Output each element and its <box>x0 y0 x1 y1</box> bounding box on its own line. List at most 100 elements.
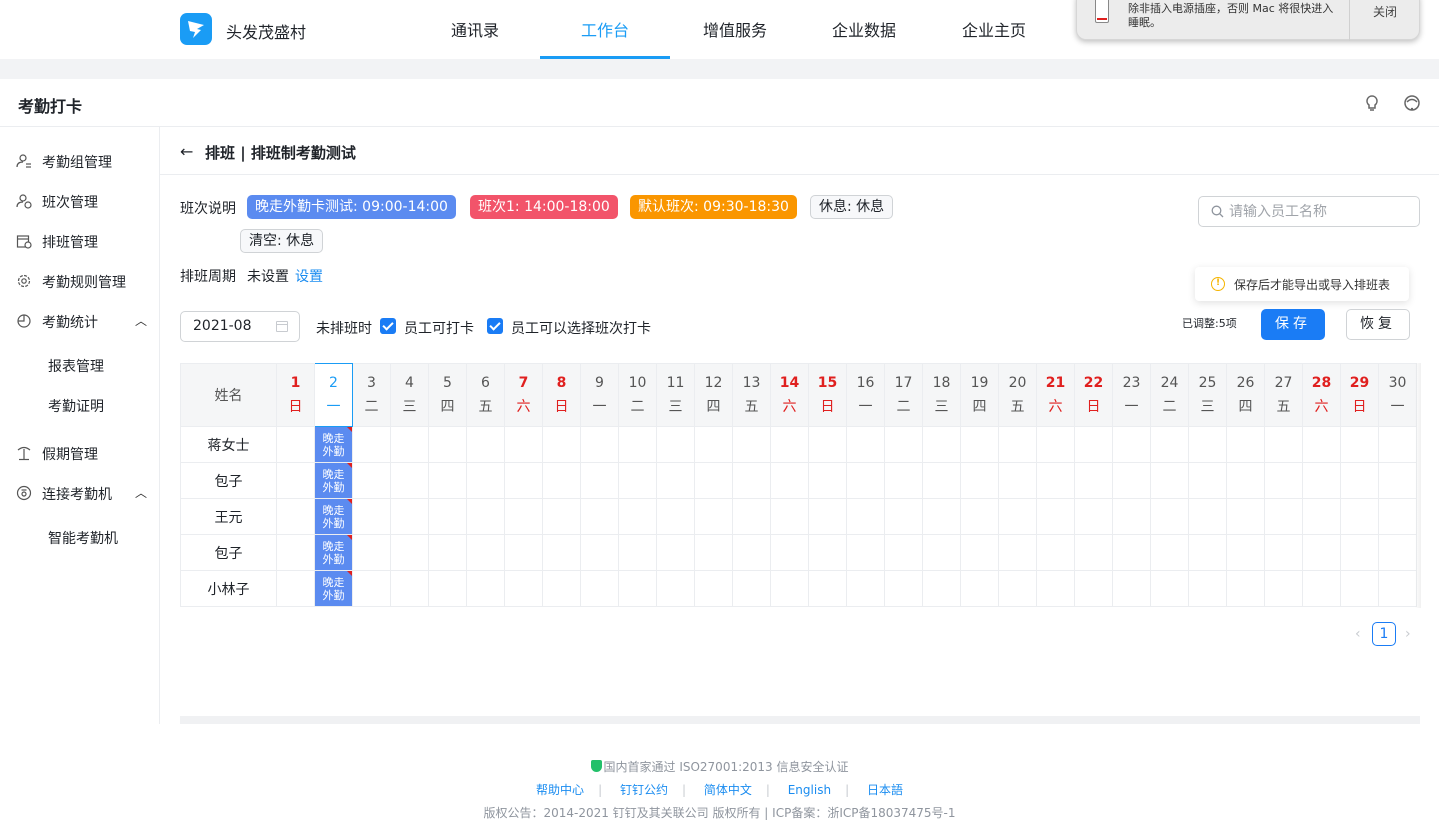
empty-cell[interactable] <box>1302 426 1341 463</box>
empty-cell[interactable] <box>1074 426 1113 463</box>
empty-cell[interactable] <box>1378 534 1417 571</box>
empty-cell[interactable] <box>1036 498 1075 535</box>
empty-cell[interactable] <box>580 498 619 535</box>
employee-search-input[interactable] <box>1229 202 1409 222</box>
empty-cell[interactable] <box>1302 534 1341 571</box>
day-column-header[interactable]: 27 五 <box>1264 363 1303 427</box>
day-column-header[interactable]: 14 六 <box>770 363 809 427</box>
dingtalk-logo-icon[interactable] <box>180 13 212 45</box>
sidebar-subitem-attendance-proof[interactable]: 考勤证明 <box>48 396 104 416</box>
day-column-header[interactable]: 29 日 <box>1340 363 1379 427</box>
shift-cell[interactable]: 晚走外勤 <box>314 570 353 607</box>
empty-cell[interactable] <box>428 534 467 571</box>
empty-cell[interactable] <box>656 498 695 535</box>
nav-enterprise-home[interactable]: 企业主页 <box>962 17 1026 59</box>
empty-cell[interactable] <box>542 534 581 571</box>
sidebar-item-shift-management[interactable]: 班次管理 <box>0 183 159 219</box>
empty-cell[interactable] <box>390 426 429 463</box>
arrow-left-icon[interactable]: ← <box>180 142 193 161</box>
empty-cell[interactable] <box>770 534 809 571</box>
empty-cell[interactable] <box>542 498 581 535</box>
empty-cell[interactable] <box>390 570 429 607</box>
nav-enterprise-data[interactable]: 企业数据 <box>832 17 896 59</box>
empty-cell[interactable] <box>998 498 1037 535</box>
empty-cell[interactable] <box>1226 426 1265 463</box>
empty-cell[interactable] <box>352 570 391 607</box>
day-column-header[interactable]: 19 四 <box>960 363 999 427</box>
empty-cell[interactable] <box>390 534 429 571</box>
empty-cell[interactable] <box>884 534 923 571</box>
empty-cell[interactable] <box>960 570 999 607</box>
empty-cell[interactable] <box>1264 426 1303 463</box>
empty-cell[interactable] <box>884 426 923 463</box>
empty-cell[interactable] <box>618 534 657 571</box>
empty-cell[interactable] <box>580 534 619 571</box>
empty-cell[interactable] <box>542 462 581 499</box>
empty-cell[interactable] <box>428 426 467 463</box>
shift-tag-clear[interactable]: 清空: 休息 <box>240 229 324 253</box>
clock-in-checkbox[interactable] <box>380 318 396 334</box>
empty-cell[interactable] <box>884 462 923 499</box>
empty-cell[interactable] <box>1074 534 1113 571</box>
empty-cell[interactable] <box>1378 426 1417 463</box>
empty-cell[interactable] <box>770 570 809 607</box>
empty-cell[interactable] <box>998 534 1037 571</box>
empty-cell[interactable] <box>998 570 1037 607</box>
day-column-header[interactable]: 8日 <box>542 363 581 427</box>
empty-cell[interactable] <box>1378 498 1417 535</box>
lightbulb-icon[interactable] <box>1362 93 1382 113</box>
empty-cell[interactable] <box>466 570 505 607</box>
empty-cell[interactable] <box>846 570 885 607</box>
day-column-header[interactable]: 11 三 <box>656 363 695 427</box>
empty-cell[interactable] <box>770 426 809 463</box>
empty-cell[interactable] <box>428 570 467 607</box>
pagination-page-1[interactable]: 1 <box>1372 622 1396 646</box>
empty-cell[interactable] <box>1226 498 1265 535</box>
nav-value-added[interactable]: 增值服务 <box>703 17 767 59</box>
choose-shift-checkbox[interactable] <box>487 318 503 334</box>
empty-cell[interactable] <box>580 570 619 607</box>
empty-cell[interactable] <box>1264 498 1303 535</box>
empty-cell[interactable] <box>1302 462 1341 499</box>
empty-cell[interactable] <box>352 498 391 535</box>
empty-cell[interactable] <box>884 570 923 607</box>
day-column-header[interactable]: 25 三 <box>1188 363 1227 427</box>
day-column-header[interactable]: 26 四 <box>1226 363 1265 427</box>
horizontal-scrollbar[interactable] <box>180 716 1420 724</box>
empty-cell[interactable] <box>846 534 885 571</box>
empty-cell[interactable] <box>656 534 695 571</box>
day-column-header[interactable]: 12 四 <box>694 363 733 427</box>
sidebar-subitem-smart-device[interactable]: 智能考勤机 <box>48 528 118 548</box>
empty-cell[interactable] <box>1036 426 1075 463</box>
sidebar-item-schedule-management[interactable]: 排班管理 <box>0 223 159 259</box>
empty-cell[interactable] <box>504 498 543 535</box>
empty-cell[interactable] <box>542 426 581 463</box>
empty-cell[interactable] <box>922 498 961 535</box>
empty-cell[interactable] <box>1188 462 1227 499</box>
chevron-up-icon[interactable]: ︿ <box>135 312 147 329</box>
save-button[interactable]: 保存 <box>1261 309 1325 340</box>
shift-cell[interactable]: 晚走外勤 <box>314 498 353 535</box>
day-column-header[interactable]: 16 一 <box>846 363 885 427</box>
sidebar-item-group-management[interactable]: 考勤组管理 <box>0 143 159 179</box>
empty-cell[interactable] <box>1378 570 1417 607</box>
shift-cell[interactable]: 晚走外勤 <box>314 462 353 499</box>
sidebar-item-attendance-device[interactable]: 连接考勤机 ︿ <box>0 475 159 511</box>
empty-cell[interactable] <box>1340 498 1379 535</box>
empty-cell[interactable] <box>1036 462 1075 499</box>
empty-cell[interactable] <box>732 570 771 607</box>
empty-cell[interactable] <box>808 534 847 571</box>
empty-cell[interactable] <box>352 534 391 571</box>
empty-cell[interactable] <box>656 462 695 499</box>
empty-cell[interactable] <box>504 570 543 607</box>
empty-cell[interactable] <box>1150 462 1189 499</box>
empty-cell[interactable] <box>1302 570 1341 607</box>
empty-cell[interactable] <box>922 462 961 499</box>
empty-cell[interactable] <box>922 570 961 607</box>
sidebar-item-rule-management[interactable]: 考勤规则管理 <box>0 263 159 299</box>
empty-cell[interactable] <box>466 498 505 535</box>
empty-cell[interactable] <box>1226 462 1265 499</box>
empty-cell[interactable] <box>1150 570 1189 607</box>
empty-cell[interactable] <box>1112 426 1151 463</box>
restore-button[interactable]: 恢复 <box>1346 309 1410 340</box>
